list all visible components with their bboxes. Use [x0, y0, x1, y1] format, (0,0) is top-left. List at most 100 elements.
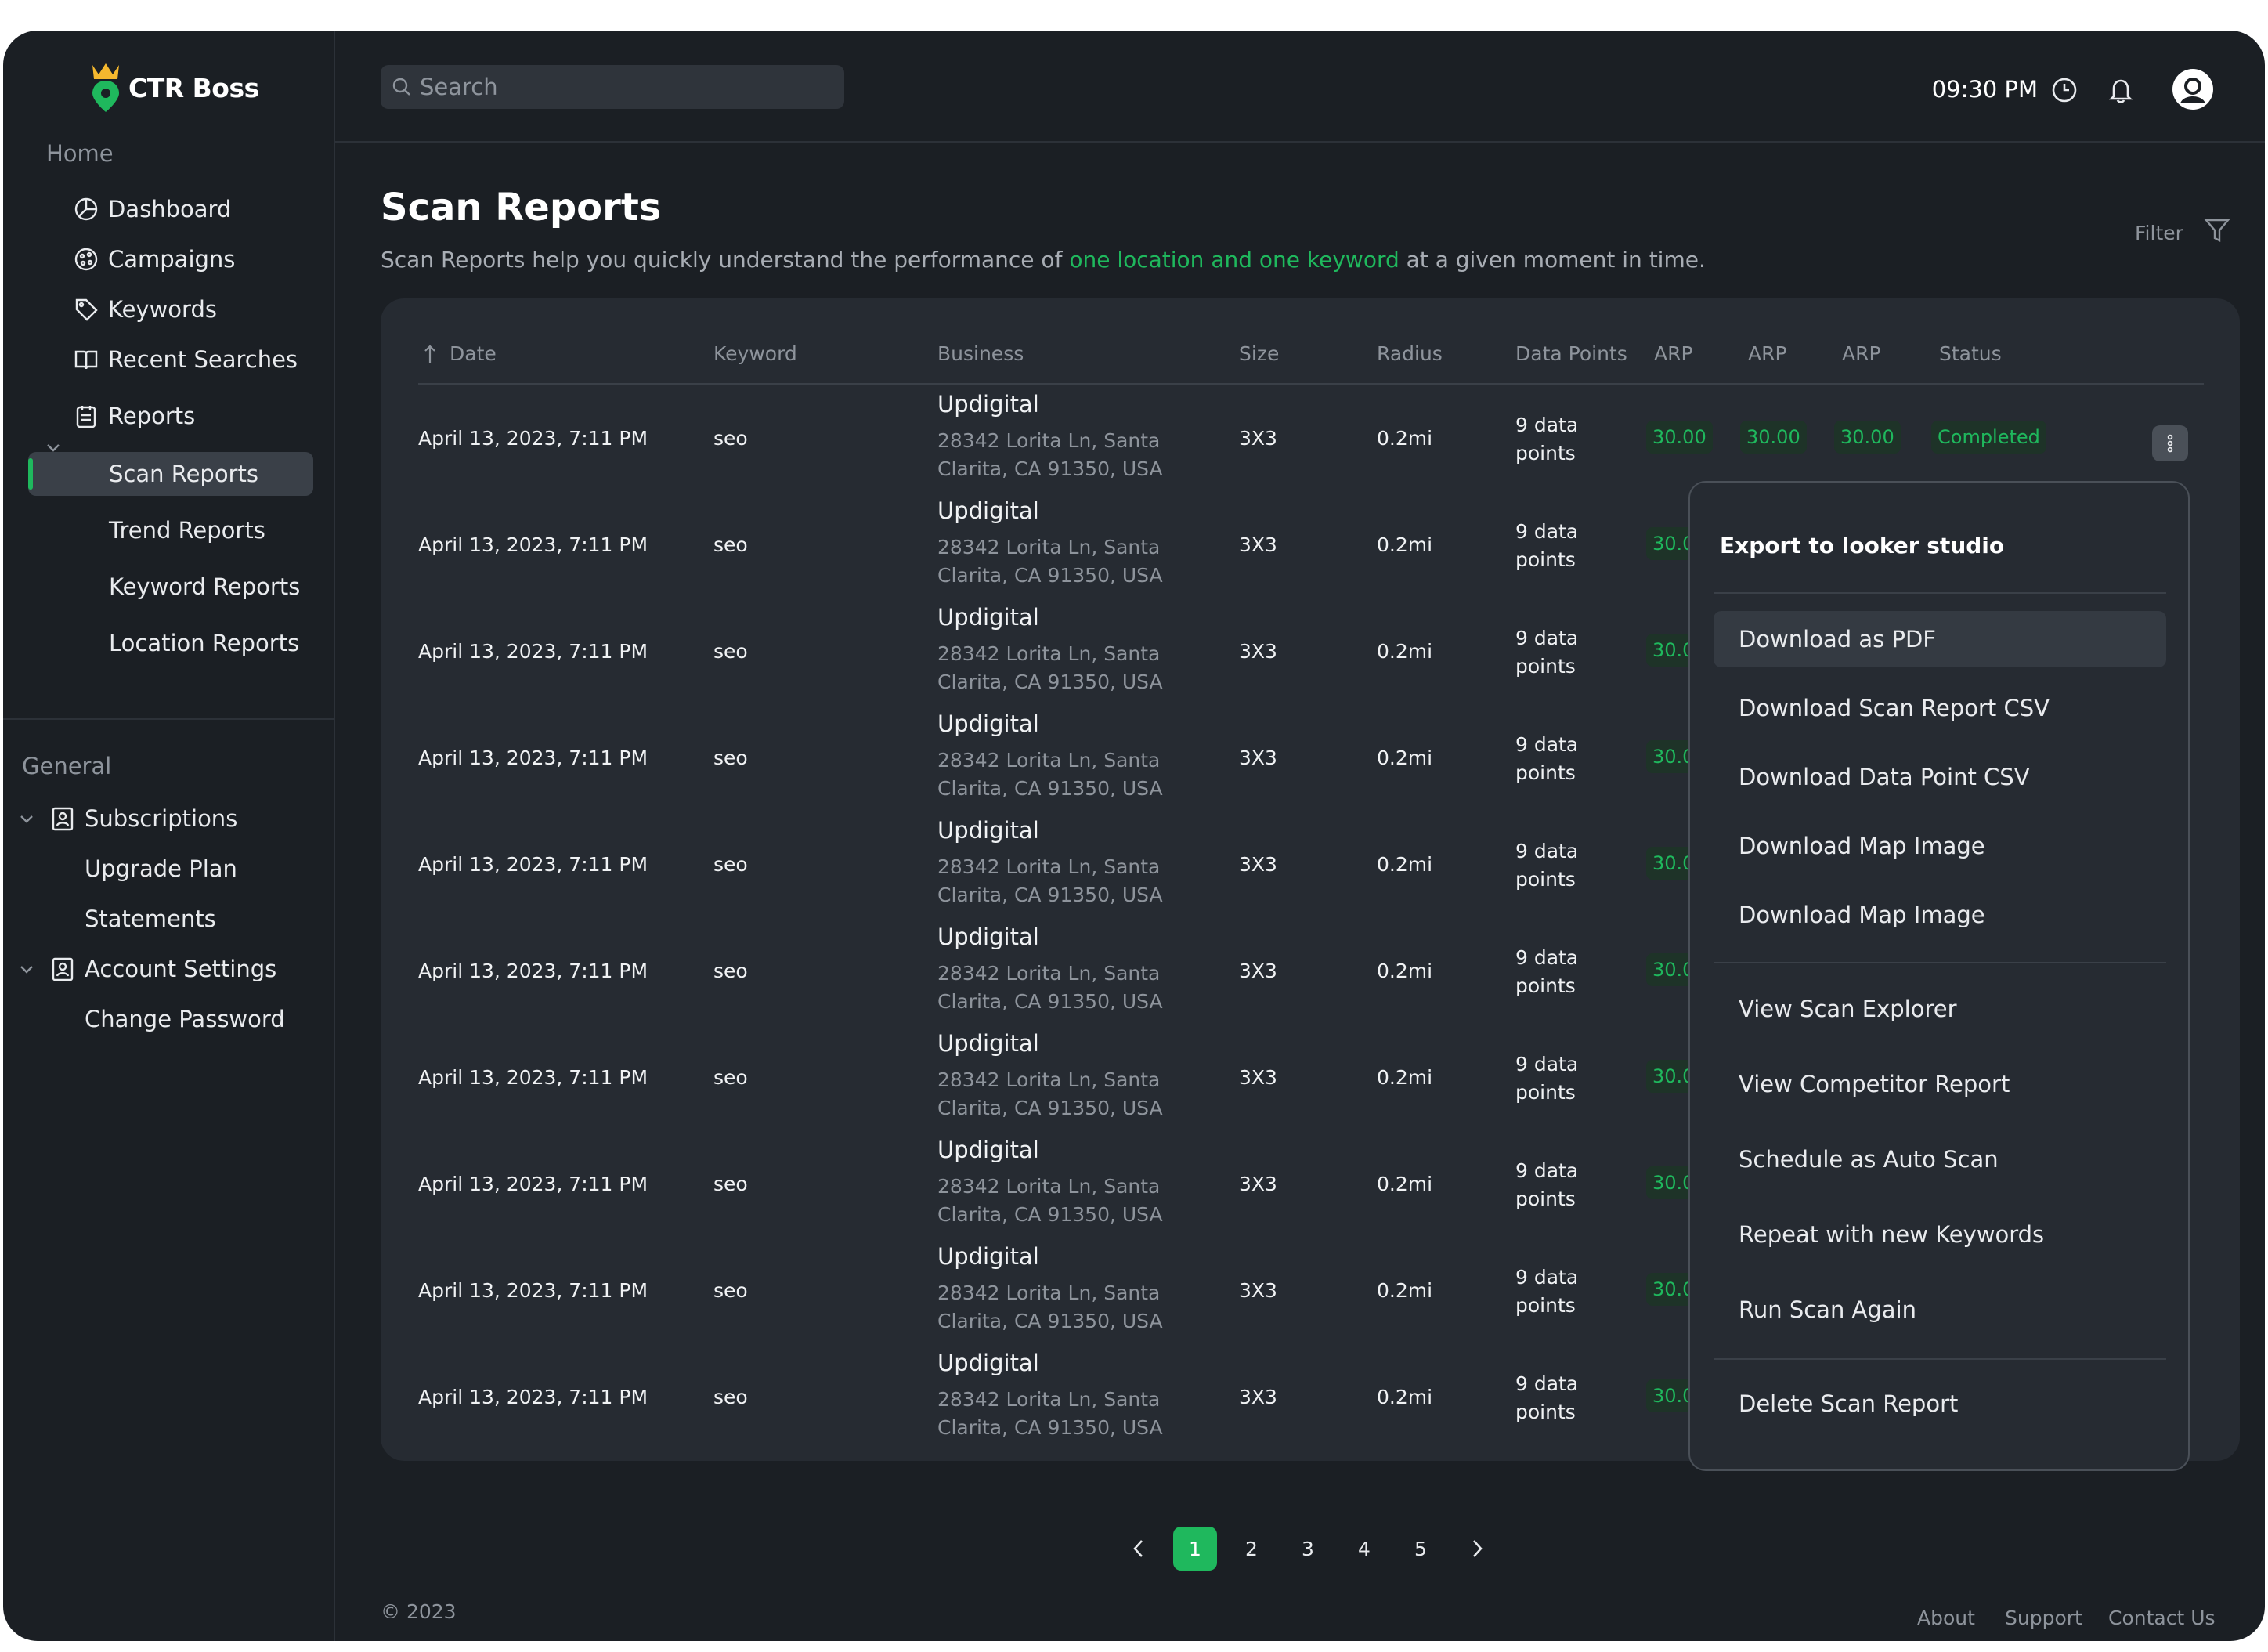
column-header-arp[interactable]: ARP	[1654, 342, 1693, 365]
menu-item-download-data-point-csv[interactable]: Download Data Point CSV	[1714, 749, 2166, 805]
sidebar-item-label: Campaigns	[108, 246, 236, 273]
sidebar-item-statements[interactable]: Statements	[85, 897, 216, 941]
cell-business-address: 28342 Lorita Ln, Santa Clarita, CA 91350…	[937, 1388, 1163, 1439]
cell-keyword: seo	[713, 427, 748, 450]
cell-date: April 13, 2023, 7:11 PM	[418, 640, 648, 663]
cell-keyword: seo	[713, 1066, 748, 1089]
cell-size: 3X3	[1239, 1279, 1277, 1302]
column-header-radius[interactable]: Radius	[1377, 342, 1443, 365]
column-header-arp[interactable]: ARP	[1842, 342, 1881, 365]
cell-business-name: Updigital	[937, 391, 1039, 418]
footer-link-about[interactable]: About	[1917, 1607, 1975, 1629]
cell-data-points: 9 data points	[1515, 520, 1579, 571]
sort-arrow-icon[interactable]	[423, 344, 437, 364]
column-header-size[interactable]: Size	[1239, 342, 1279, 365]
filter-label: Filter	[2135, 221, 2183, 244]
filter-icon	[2204, 217, 2230, 248]
pagination-prev[interactable]	[1117, 1527, 1161, 1571]
logo[interactable]: CTR Boss	[88, 62, 259, 114]
sidebar-item-reports[interactable]: Reports	[72, 394, 195, 438]
menu-item-schedule-auto-scan[interactable]: Schedule as Auto Scan	[1714, 1131, 2166, 1187]
cell-keyword: seo	[713, 533, 748, 556]
menu-item-delete-scan-report[interactable]: Delete Scan Report	[1714, 1375, 2166, 1432]
bell-icon[interactable]	[2105, 74, 2136, 106]
arp-badge: 30.00	[1646, 421, 1713, 454]
subtitle-text: Scan Reports help you quickly understand…	[381, 247, 1070, 273]
sidebar-item-campaigns[interactable]: Campaigns	[72, 237, 235, 281]
cell-business-name: Updigital	[937, 1350, 1039, 1376]
column-header-data-points[interactable]: Data Points	[1515, 342, 1627, 365]
sidebar-item-label: Reports	[108, 403, 196, 429]
sidebar-item-label: Account Settings	[85, 956, 277, 982]
menu-item-download-map-image[interactable]: Download Map Image	[1714, 818, 2166, 874]
row-actions-button[interactable]	[2152, 425, 2188, 461]
search-box[interactable]	[381, 65, 844, 109]
menu-item-download-map-image-2[interactable]: Download Map Image	[1714, 887, 2166, 943]
cell-radius: 0.2mi	[1377, 960, 1433, 982]
pagination-page[interactable]: 5	[1399, 1527, 1443, 1571]
table-row[interactable]: April 13, 2023, 7:11 PM seo Updigital 28342…	[381, 386, 2240, 493]
chevron-down-icon[interactable]	[16, 808, 38, 830]
cell-radius: 0.2mi	[1377, 1386, 1433, 1408]
cell-data-points: 9 data points	[1515, 414, 1579, 465]
footer-link-contact-us[interactable]: Contact Us	[2108, 1607, 2216, 1629]
subtitle-highlight: one location and one keyword	[1069, 247, 1399, 273]
filter-button[interactable]: Filter	[2135, 217, 2230, 248]
sidebar-item-keywords[interactable]: Keywords	[72, 287, 217, 331]
pagination-page[interactable]: 1	[1173, 1527, 1217, 1571]
menu-item-view-scan-explorer[interactable]: View Scan Explorer	[1714, 981, 2166, 1037]
pagination-page[interactable]: 3	[1286, 1527, 1330, 1571]
table-header-divider	[418, 383, 2204, 385]
column-header-status[interactable]: Status	[1939, 342, 2002, 365]
sidebar-item-label: Keywords	[108, 296, 217, 323]
sidebar-item-recent-searches[interactable]: Recent Searches	[72, 338, 298, 381]
sidebar-item-location-reports[interactable]: Location Reports	[109, 621, 299, 665]
cell-business-address: 28342 Lorita Ln, Santa Clarita, CA 91350…	[937, 1281, 1163, 1332]
menu-item-export-looker-studio[interactable]: Export to looker studio	[1720, 533, 2004, 558]
sidebar-item-label: Scan Reports	[109, 461, 258, 487]
sidebar-item-account-settings[interactable]: Account Settings	[49, 947, 276, 991]
pagination-page[interactable]: 4	[1342, 1527, 1386, 1571]
sidebar-item-scan-reports[interactable]: Scan Reports	[109, 452, 258, 496]
menu-item-repeat-new-keywords[interactable]: Repeat with new Keywords	[1714, 1206, 2166, 1263]
sidebar-item-dashboard[interactable]: Dashboard	[72, 187, 231, 231]
cell-radius: 0.2mi	[1377, 427, 1433, 450]
menu-item-view-competitor-report[interactable]: View Competitor Report	[1714, 1056, 2166, 1112]
row-actions-menu: Export to looker studio Download as PDF …	[1688, 481, 2190, 1471]
page-title: Scan Reports	[381, 186, 662, 230]
menu-item-download-pdf[interactable]: Download as PDF	[1714, 611, 2166, 667]
more-vertical-icon	[2167, 434, 2173, 453]
clock-icon[interactable]	[2049, 74, 2080, 106]
column-header-arp[interactable]: ARP	[1748, 342, 1787, 365]
cell-data-points: 9 data points	[1515, 1159, 1579, 1210]
chevron-down-icon[interactable]	[16, 958, 38, 980]
cell-keyword: seo	[713, 746, 748, 769]
sidebar-item-keyword-reports[interactable]: Keyword Reports	[109, 565, 300, 609]
sidebar-item-change-password[interactable]: Change Password	[85, 997, 285, 1041]
logo-icon	[92, 63, 119, 112]
clock-time: 09:30 PM	[1931, 76, 2038, 103]
column-header-keyword[interactable]: Keyword	[713, 342, 797, 365]
pagination-page[interactable]: 2	[1230, 1527, 1273, 1571]
cell-radius: 0.2mi	[1377, 1279, 1433, 1302]
sidebar-item-subscriptions[interactable]: Subscriptions	[49, 797, 237, 840]
cell-data-points: 9 data points	[1515, 1266, 1579, 1317]
sidebar-item-upgrade-plan[interactable]: Upgrade Plan	[85, 847, 237, 891]
column-header-date[interactable]: Date	[450, 342, 497, 365]
menu-item-download-scan-report-csv[interactable]: Download Scan Report CSV	[1714, 680, 2166, 736]
menu-item-run-scan-again[interactable]: Run Scan Again	[1714, 1281, 2166, 1338]
footer-link-support[interactable]: Support	[2005, 1607, 2082, 1629]
avatar[interactable]	[2172, 69, 2213, 110]
pagination-next[interactable]	[1455, 1527, 1499, 1571]
sidebar-item-trend-reports[interactable]: Trend Reports	[109, 508, 265, 552]
user-avatar-icon	[2174, 70, 2212, 108]
cell-data-points: 9 data points	[1515, 1053, 1579, 1104]
cell-date: April 13, 2023, 7:11 PM	[418, 1173, 648, 1195]
cell-date: April 13, 2023, 7:11 PM	[418, 533, 648, 556]
cell-date: April 13, 2023, 7:11 PM	[418, 853, 648, 876]
cell-size: 3X3	[1239, 853, 1277, 876]
search-input[interactable]	[420, 74, 827, 100]
column-header-business[interactable]: Business	[937, 342, 1024, 365]
cell-business-name: Updigital	[937, 497, 1039, 524]
sidebar-item-label: Location Reports	[109, 630, 300, 656]
